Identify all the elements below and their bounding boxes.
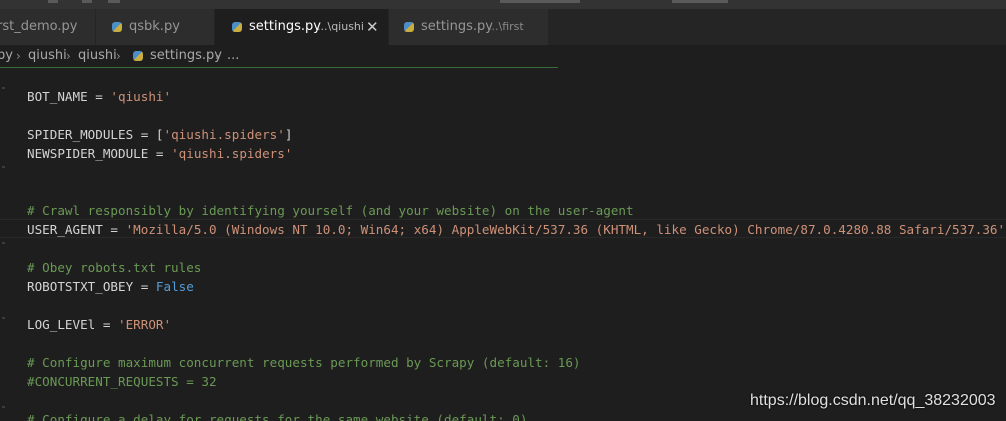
code-string: 'ERROR' xyxy=(118,317,172,332)
code-line-concurrent-requests: #CONCURRENT_REQUESTS = 32 xyxy=(27,374,217,389)
code-operator: = xyxy=(148,146,172,161)
gutter-mark xyxy=(2,242,5,244)
code-operator: = xyxy=(87,89,111,104)
gutter-mark xyxy=(2,166,5,168)
code-editor[interactable]: BOT_NAME = 'qiushi' SPIDER_MODULES = ['q… xyxy=(0,68,1006,421)
breadcrumb-separator-icon: › xyxy=(215,49,220,63)
breadcrumb-item[interactable]: settings.py xyxy=(150,45,222,67)
code-string: 'qiushi.spiders' xyxy=(163,127,285,142)
python-file-icon xyxy=(404,22,414,32)
code-identifier: NEWSPIDER_MODULE xyxy=(27,146,149,161)
breadcrumb-item[interactable]: py xyxy=(0,45,13,67)
code-operator: = xyxy=(133,279,156,294)
tab-label: settings.py xyxy=(249,19,321,34)
code-identifier: LOG_LEVEl xyxy=(27,317,96,332)
code-identifier: BOT_NAME xyxy=(27,89,88,104)
breadcrumb-separator-icon: › xyxy=(116,49,121,63)
code-keyword: False xyxy=(155,279,194,294)
python-file-icon xyxy=(112,22,122,32)
code-line-log-level: LOG_LEVEl = 'ERROR' xyxy=(27,315,171,334)
window-title-fragment xyxy=(672,0,728,3)
code-operator: ] xyxy=(284,127,293,142)
python-file-icon xyxy=(232,22,242,32)
python-file-icon xyxy=(133,51,143,61)
tab-rst-demo[interactable]: rst_demo.py xyxy=(0,9,96,45)
tab-description: ...\first xyxy=(488,20,524,33)
gutter-mark xyxy=(2,317,5,319)
code-operator: = xyxy=(95,317,118,332)
code-operator: = xyxy=(102,222,126,237)
code-line-newspider-module: NEWSPIDER_MODULE = 'qiushi.spiders' xyxy=(27,144,292,163)
editor-gutter xyxy=(0,68,6,421)
code-line-spider-modules: SPIDER_MODULES = ['qiushi.spiders'] xyxy=(27,125,292,144)
tab-qsbk[interactable]: qsbk.py xyxy=(96,9,215,45)
tab-description: ...\qiushi xyxy=(317,20,364,33)
title-bar-strip xyxy=(0,0,1006,9)
code-operator: = [ xyxy=(133,127,164,142)
window-title-fragment xyxy=(500,0,580,3)
breadcrumb-separator-icon: › xyxy=(16,49,21,63)
breadcrumb-item[interactable]: ... xyxy=(227,45,239,67)
code-string: 'qiushi.spiders' xyxy=(171,146,293,161)
editor-tab-bar: rst_demo.py qsbk.py settings.py ...\qius… xyxy=(0,9,1006,45)
code-comment: # Configure maximum concurrent requests … xyxy=(27,355,581,370)
tab-label: rst_demo.py xyxy=(0,19,78,34)
code-comment: # Obey robots.txt rules xyxy=(27,260,202,275)
tab-settings-first[interactable]: settings.py ...\first xyxy=(389,9,549,45)
code-string: 'Mozilla/5.0 (Windows NT 10.0; Win64; x6… xyxy=(125,222,1006,237)
tab-label: settings.py xyxy=(421,19,493,34)
breadcrumb-item[interactable]: qiushi xyxy=(28,45,67,67)
close-icon[interactable]: ✕ xyxy=(366,9,379,45)
title-bar-menu-fragment xyxy=(82,0,92,3)
code-string: 'qiushi' xyxy=(110,89,172,104)
gutter-mark xyxy=(2,406,5,408)
tab-label: qsbk.py xyxy=(129,19,180,34)
title-bar-menu-fragment xyxy=(48,0,58,3)
code-line-robotstxt-obey: ROBOTSTXT_OBEY = False xyxy=(27,277,194,296)
code-comment: # Configure a delay for requests for the… xyxy=(27,412,528,421)
title-bar-menu-fragment xyxy=(108,0,120,3)
breadcrumb-separator-icon: › xyxy=(66,49,71,63)
tab-settings-qiushi[interactable]: settings.py ...\qiushi ✕ xyxy=(215,9,389,45)
code-line-user-agent: USER_AGENT = 'Mozilla/5.0 (Windows NT 10… xyxy=(27,220,1005,239)
code-line-bot-name: BOT_NAME = 'qiushi' xyxy=(27,87,171,106)
gutter-mark xyxy=(2,87,5,89)
breadcrumb: py › qiushi › qiushi › settings.py › ... xyxy=(0,45,1006,67)
code-comment: # Crawl responsibly by identifying yours… xyxy=(27,203,634,218)
watermark: https://blog.csdn.net/qq_38232003 xyxy=(750,392,996,409)
code-identifier: ROBOTSTXT_OBEY xyxy=(27,279,134,294)
code-identifier: SPIDER_MODULES xyxy=(27,127,134,142)
code-identifier: USER_AGENT xyxy=(27,222,103,237)
breadcrumb-item[interactable]: qiushi xyxy=(78,45,117,67)
